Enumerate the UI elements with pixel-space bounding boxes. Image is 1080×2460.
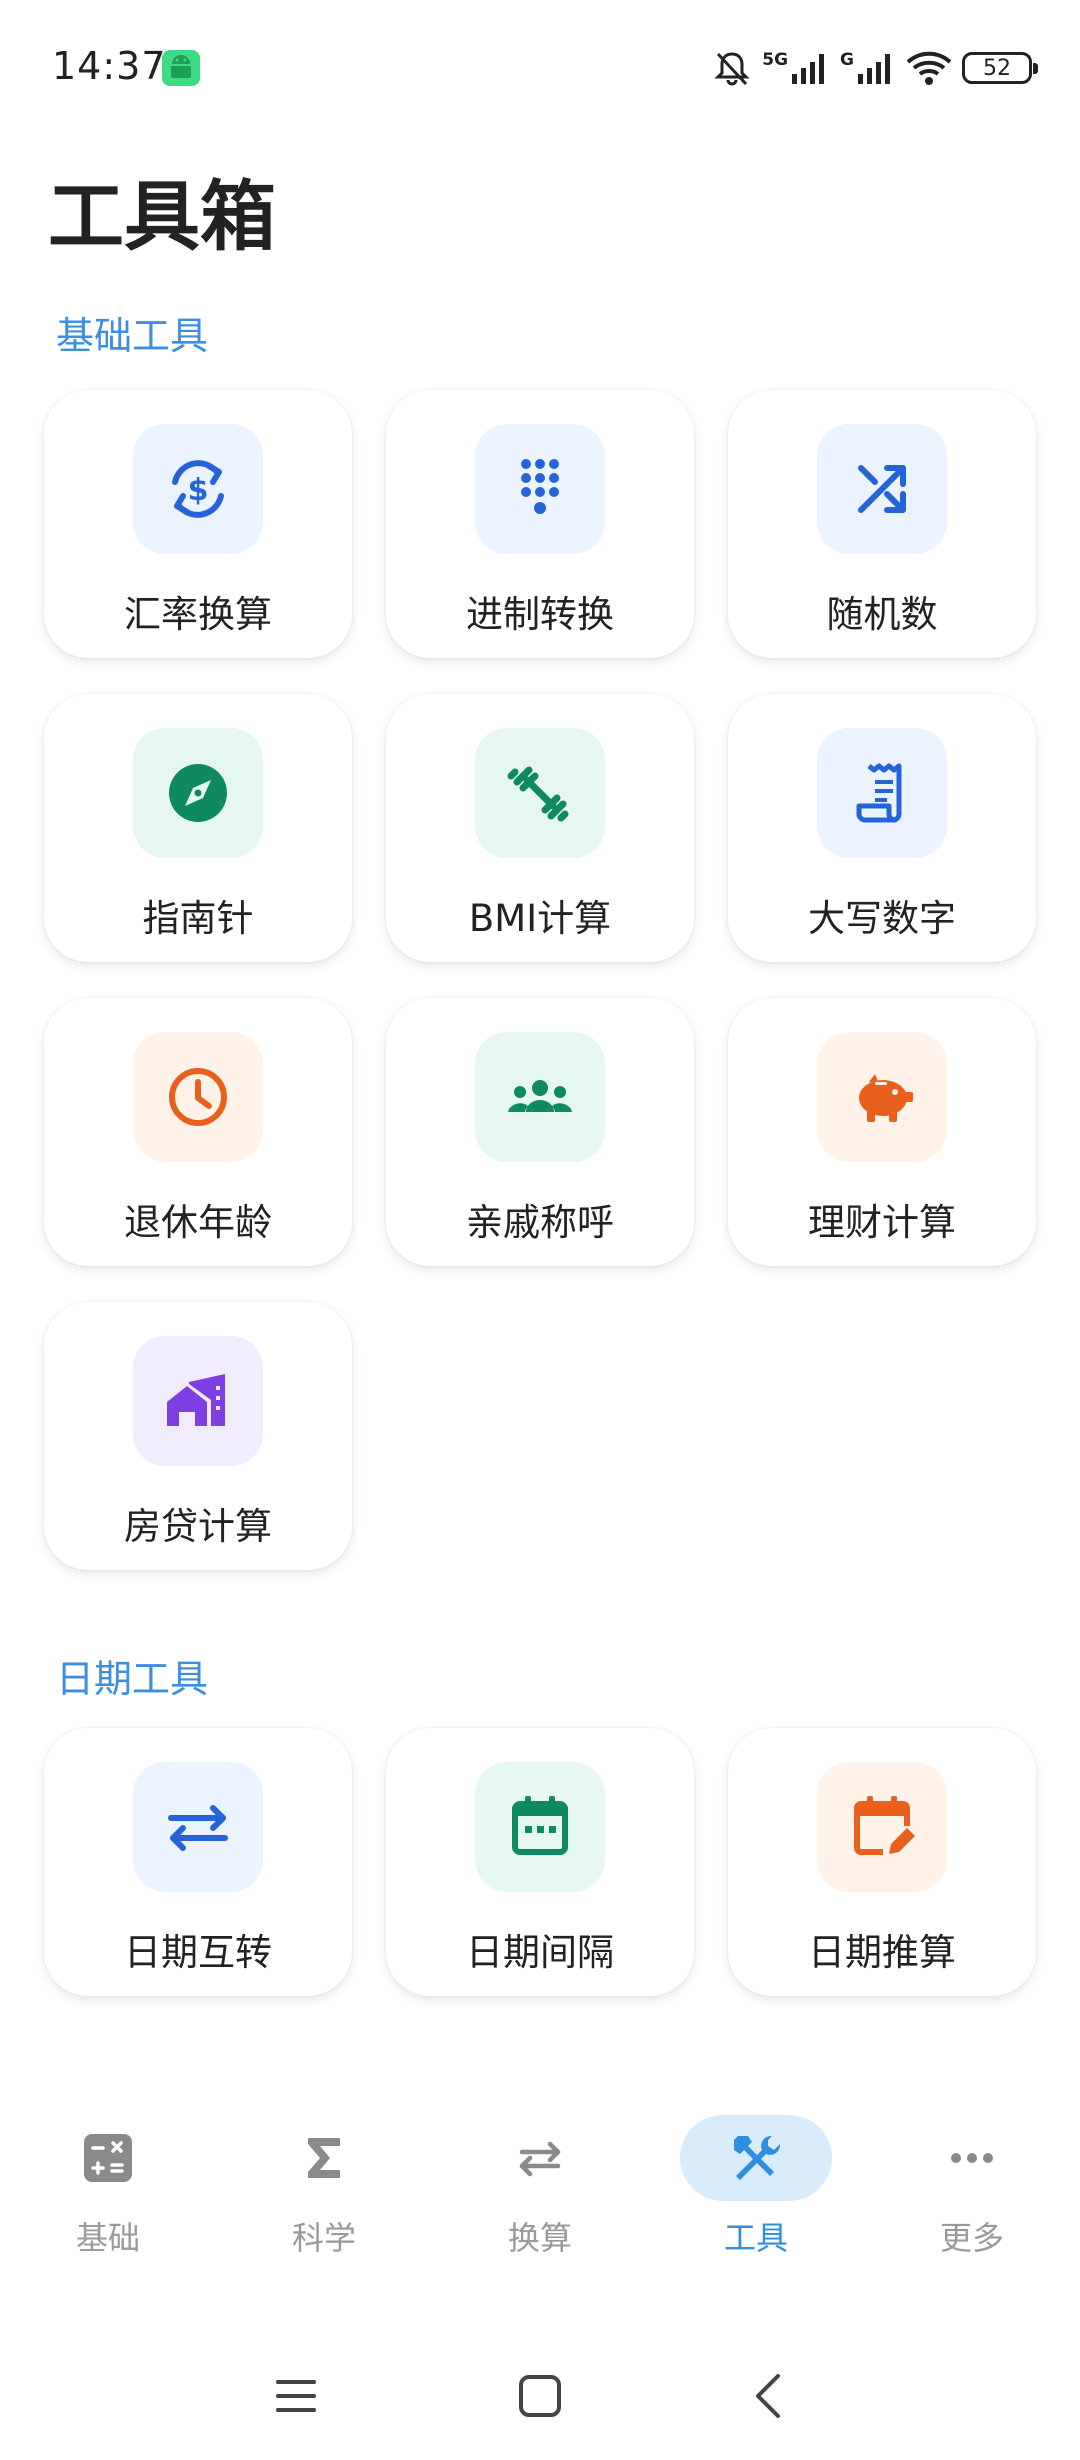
swap-arrows-icon (168, 1805, 228, 1851)
tool-card-relative-calls[interactable]: 亲戚称呼 (386, 998, 694, 1266)
square-icon (519, 2375, 561, 2417)
nav-label: 科学 (291, 2219, 356, 2257)
status-bar: 14:37 5G G 52 (0, 0, 1080, 140)
menu-icon (276, 2380, 316, 2412)
section-title-basic-tools: 基础工具 (56, 314, 209, 358)
clock-icon (169, 1068, 227, 1126)
status-time: 14:37 (52, 44, 167, 88)
icon-tile (475, 1032, 605, 1162)
signal-g-icon: G (840, 50, 896, 86)
tool-card-date-convert[interactable]: 日期互转 (44, 1728, 352, 1996)
mute-bell-icon (712, 48, 752, 88)
nav-label: 工具 (723, 2219, 788, 2257)
tool-card-base-conversion[interactable]: 进制转换 (386, 390, 694, 658)
card-label: 日期推算 (808, 1931, 956, 1974)
tool-card-date-interval[interactable]: 日期间隔 (386, 1728, 694, 1996)
recents-button[interactable] (268, 2368, 324, 2424)
card-label: 进制转换 (466, 593, 614, 636)
icon-tile (817, 1032, 947, 1162)
nav-label: 基础 (75, 2219, 140, 2257)
tool-card-finance[interactable]: 理财计算 (728, 998, 1036, 1266)
card-label: 理财计算 (808, 1201, 956, 1244)
signal-5g-icon: 5G (762, 50, 830, 86)
nav-pill (680, 2115, 832, 2201)
nav-pill (464, 2115, 616, 2201)
card-label: 汇率换算 (124, 593, 272, 636)
tool-card-mortgage[interactable]: 房贷计算 (44, 1302, 352, 1570)
dialpad-icon (521, 459, 559, 514)
date-tools-grid: 日期互转 日期间隔 日期推算 (44, 1728, 1036, 1996)
back-chevron-icon (756, 2374, 780, 2418)
sigma-icon (308, 2138, 340, 2178)
card-label: 日期互转 (124, 1931, 272, 1974)
card-label: 房贷计算 (124, 1505, 272, 1548)
home-button[interactable] (512, 2368, 568, 2424)
back-button[interactable] (742, 2368, 798, 2424)
nav-label: 换算 (507, 2219, 572, 2257)
icon-tile (817, 1762, 947, 1892)
tool-card-bmi[interactable]: BMI计算 (386, 694, 694, 962)
icon-tile (133, 728, 263, 858)
nav-item-tools[interactable]: 工具 (648, 2115, 864, 2285)
nav-pill (896, 2115, 1048, 2201)
house-icon (167, 1374, 225, 1426)
nav-item-convert[interactable]: 换算 (432, 2115, 648, 2285)
groups-icon (508, 1080, 572, 1112)
more-icon (951, 2153, 993, 2163)
card-label: 退休年龄 (124, 1201, 272, 1244)
receipt-icon (856, 763, 902, 823)
icon-tile (133, 1336, 263, 1466)
nav-item-basic[interactable]: 基础 (0, 2115, 216, 2285)
android-icon (162, 50, 200, 86)
card-label: 指南针 (142, 897, 254, 940)
nav-label: 更多 (939, 2219, 1004, 2257)
nav-item-science[interactable]: 科学 (216, 2115, 432, 2285)
section-title-date-tools: 日期工具 (56, 1657, 209, 1701)
icon-tile (133, 1762, 263, 1892)
card-label: 亲戚称呼 (466, 1201, 614, 1244)
card-label: 日期间隔 (466, 1931, 614, 1974)
network-type-1: 5G (762, 50, 789, 70)
tool-card-retirement-age[interactable]: 退休年龄 (44, 998, 352, 1266)
battery-indicator: 52 (962, 52, 1038, 84)
tool-card-uppercase-number[interactable]: 大写数字 (728, 694, 1036, 962)
nav-pill (248, 2115, 400, 2201)
icon-tile (475, 424, 605, 554)
icon-tile (133, 1032, 263, 1162)
icon-tile (475, 728, 605, 858)
tools-icon (734, 2135, 781, 2180)
calculator-icon (84, 2134, 132, 2182)
compass-icon (169, 764, 227, 822)
calendar-edit-icon (854, 1796, 915, 1855)
wifi-icon (906, 50, 952, 86)
card-label: 大写数字 (808, 897, 956, 940)
icon-tile (475, 1762, 605, 1892)
nav-item-more[interactable]: 更多 (864, 2115, 1080, 2285)
card-label: 随机数 (826, 593, 938, 636)
page-title: 工具箱 (48, 172, 276, 261)
currency-exchange-icon: $ (172, 460, 224, 518)
swap-icon (519, 2141, 561, 2177)
icon-tile (817, 728, 947, 858)
network-type-2: G (840, 50, 854, 70)
tool-card-random-number[interactable]: 随机数 (728, 390, 1036, 658)
basic-tools-grid: $ 汇率换算 进制转换 随机数 指南针 BMI计算 大写数字 退休年龄 亲戚称呼… (44, 390, 1036, 1570)
status-icons: 5G G 52 (712, 46, 1038, 90)
tool-card-currency-exchange[interactable]: $ 汇率换算 (44, 390, 352, 658)
icon-tile (817, 424, 947, 554)
nav-pill (32, 2115, 184, 2201)
system-nav-bar (0, 2350, 1080, 2440)
icon-tile: $ (133, 424, 263, 554)
calendar-icon (512, 1796, 568, 1855)
card-label: BMI计算 (468, 897, 612, 940)
shuffle-icon (858, 465, 906, 513)
svg-text:$: $ (188, 473, 209, 508)
piggy-bank-icon (859, 1074, 913, 1122)
tool-card-date-calc[interactable]: 日期推算 (728, 1728, 1036, 1996)
bottom-nav: 基础 科学 换算 工具 更多 (0, 2115, 1080, 2285)
tool-card-compass[interactable]: 指南针 (44, 694, 352, 962)
fitness-icon (507, 766, 569, 822)
